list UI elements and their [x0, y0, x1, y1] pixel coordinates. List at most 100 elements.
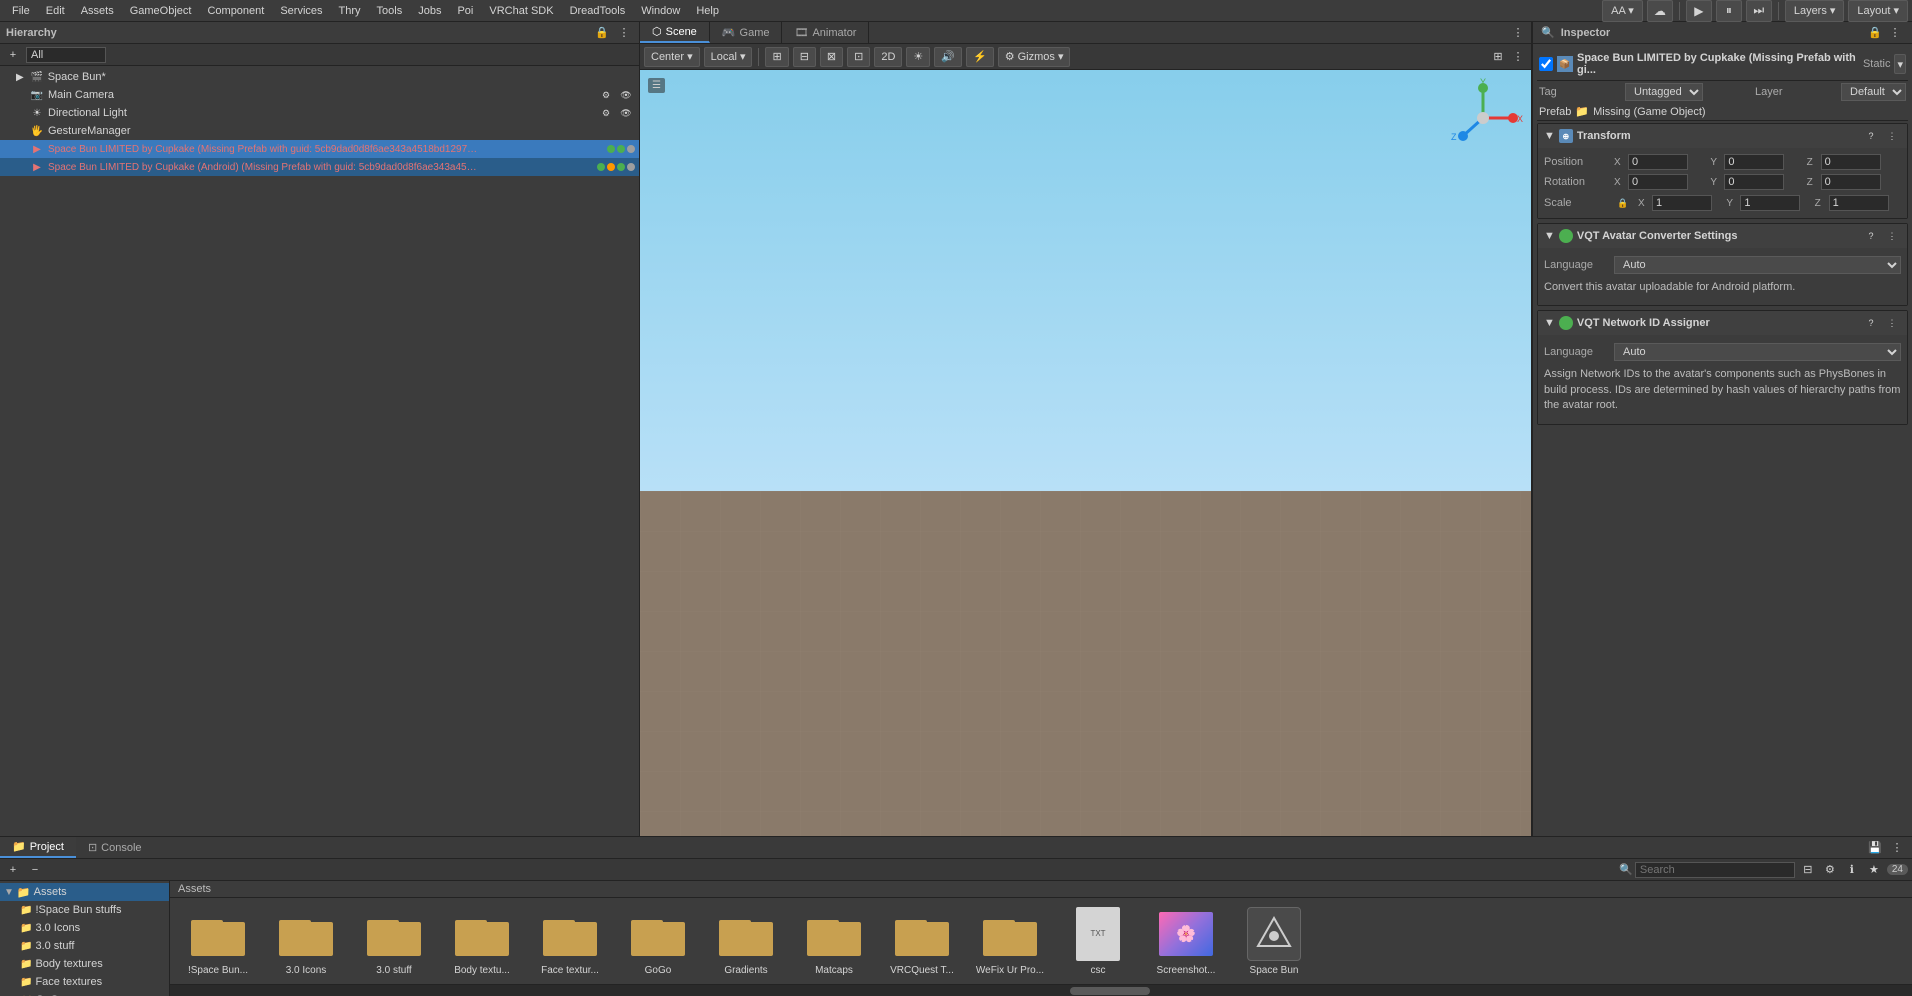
hierarchy-add-button[interactable]: + [4, 46, 22, 64]
asset-item-3icons[interactable]: 3.0 Icons [266, 903, 346, 980]
position-x-input[interactable] [1628, 154, 1688, 170]
project-info-icon[interactable]: ℹ [1843, 861, 1861, 879]
vqt-avatar-language-select[interactable]: Auto [1614, 256, 1901, 274]
asset-item-gradients[interactable]: Gradients [706, 903, 786, 980]
hierarchy-lock-icon[interactable]: 🔒 [593, 24, 611, 42]
scene-fx-button[interactable]: ⚡ [966, 47, 994, 67]
tag-select[interactable]: Untagged [1625, 83, 1703, 101]
asset-tree-item-3icons[interactable]: 📁 3.0 Icons [0, 919, 169, 937]
transform-info-icon[interactable]: ? [1862, 127, 1880, 145]
scale-z-input[interactable] [1829, 195, 1889, 211]
scene-viewport[interactable]: X Y Z ☰ [640, 70, 1531, 836]
position-z-input[interactable] [1821, 154, 1881, 170]
vqt-network-language-select[interactable]: Auto [1614, 343, 1901, 361]
asset-item-csc[interactable]: TXT csc [1058, 903, 1138, 980]
scene-grid-button[interactable]: ⊞ [765, 47, 788, 67]
project-star-icon[interactable]: ★ [1865, 861, 1883, 879]
scene-2d-button[interactable]: 2D [874, 47, 902, 67]
inspector-menu-icon[interactable]: ⋮ [1886, 24, 1904, 42]
menu-vrchat-sdk[interactable]: VRChat SDK [481, 3, 561, 19]
position-y-input[interactable] [1724, 154, 1784, 170]
transform-header[interactable]: ▼ ⊕ Transform ? ⋮ [1538, 124, 1907, 148]
scale-lock-icon[interactable]: 🔒 [1614, 194, 1632, 212]
scene-layers-button[interactable]: ⊠ [820, 47, 843, 67]
menu-assets[interactable]: Assets [73, 3, 122, 19]
tab-animator[interactable]: 🎞 Animator [782, 22, 869, 43]
menu-gameobject[interactable]: GameObject [122, 3, 200, 19]
camera-settings-icon[interactable]: ⚙ [597, 86, 615, 104]
menu-component[interactable]: Component [199, 3, 272, 19]
menu-dreadtools[interactable]: DreadTools [562, 3, 634, 19]
project-minus-button[interactable]: − [26, 861, 44, 879]
asset-item-screenshot[interactable]: 🌸 Screenshot... [1146, 903, 1226, 980]
camera-vis-icon[interactable]: 👁 [617, 86, 635, 104]
asset-item-body[interactable]: Body textu... [442, 903, 522, 980]
tab-scene[interactable]: ⬡ Scene [640, 22, 710, 43]
menu-edit[interactable]: Edit [38, 3, 73, 19]
rotation-x-input[interactable] [1628, 174, 1688, 190]
scene-local-button[interactable]: Local ▾ [704, 47, 753, 67]
menu-poi[interactable]: Poi [449, 3, 481, 19]
menu-window[interactable]: Window [633, 3, 688, 19]
scrollbar-thumb[interactable] [1070, 987, 1150, 995]
project-settings-icon[interactable]: ⚙ [1821, 861, 1839, 879]
asset-tree-item-body-tex[interactable]: 📁 Body textures [0, 955, 169, 973]
layout-button[interactable]: Layout ▾ [1848, 0, 1908, 22]
pause-button[interactable]: ⏸ [1716, 0, 1742, 22]
scene-center-button[interactable]: Center ▾ [644, 47, 700, 67]
scene-aspect-button[interactable]: ⊞ [1489, 48, 1507, 66]
asset-tree-item-assets[interactable]: ▼ 📁 Assets [0, 883, 169, 901]
scene-more-button[interactable]: ⋮ [1509, 48, 1527, 66]
asset-item-wefix[interactable]: WeFix Ur Pro... [970, 903, 1050, 980]
project-search-input[interactable] [1635, 862, 1795, 878]
hierarchy-item-scene[interactable]: ▶ 🎬 Space Bun* [0, 68, 639, 86]
static-dropdown-icon[interactable]: ▾ [1894, 54, 1906, 74]
project-add-button[interactable]: + [4, 861, 22, 879]
vqt-network-menu-icon[interactable]: ⋮ [1883, 314, 1901, 332]
vqt-network-header[interactable]: ▼ VQT Network ID Assigner ? ⋮ [1538, 311, 1907, 335]
hierarchy-item-camera[interactable]: 📷 Main Camera ⚙ 👁 [0, 86, 639, 104]
scale-y-input[interactable] [1740, 195, 1800, 211]
project-save-icon[interactable]: 💾 [1866, 839, 1884, 857]
account-button[interactable]: AA ▾ [1602, 0, 1643, 22]
hierarchy-search-input[interactable] [26, 47, 106, 63]
scene-gizmos-button[interactable]: ⚙ Gizmos ▾ [998, 47, 1071, 67]
scene-hamburger-icon[interactable]: ☰ [648, 78, 665, 93]
vqt-avatar-info-icon[interactable]: ? [1862, 227, 1880, 245]
play-button[interactable]: ▶ [1686, 0, 1712, 22]
scene-audio-button[interactable]: 🔊 [934, 47, 962, 67]
horizontal-scrollbar[interactable] [170, 984, 1912, 996]
project-menu-icon[interactable]: ⋮ [1888, 839, 1906, 857]
step-button[interactable]: ⏭ [1746, 0, 1772, 22]
hierarchy-item-light[interactable]: ☀ Directional Light ⚙ 👁 [0, 104, 639, 122]
rotation-z-input[interactable] [1821, 174, 1881, 190]
hierarchy-item-missing1[interactable]: ▶ Space Bun LIMITED by Cupkake (Missing … [0, 140, 639, 158]
asset-item-matcaps[interactable]: Matcaps [794, 903, 874, 980]
asset-item-gogo[interactable]: GoGo [618, 903, 698, 980]
menu-jobs[interactable]: Jobs [410, 3, 449, 19]
asset-item-3stuff[interactable]: 3.0 stuff [354, 903, 434, 980]
object-enabled-checkbox[interactable] [1539, 57, 1553, 71]
asset-item-face[interactable]: Face textur... [530, 903, 610, 980]
asset-tree-item-space-bun[interactable]: 📁 !Space Bun stuffs [0, 901, 169, 919]
vqt-network-info-icon[interactable]: ? [1862, 314, 1880, 332]
asset-item-space-bun[interactable]: !Space Bun... [178, 903, 258, 980]
light-vis-icon[interactable]: 👁 [617, 104, 635, 122]
vqt-avatar-header[interactable]: ▼ VQT Avatar Converter Settings ? ⋮ [1538, 224, 1907, 248]
hierarchy-menu-icon[interactable]: ⋮ [615, 24, 633, 42]
scene-render-button[interactable]: ⊟ [793, 47, 816, 67]
menu-tools[interactable]: Tools [369, 3, 411, 19]
menu-thry[interactable]: Thry [331, 3, 369, 19]
transform-menu-icon[interactable]: ⋮ [1883, 127, 1901, 145]
scene-light-button[interactable]: ☀ [906, 47, 930, 67]
scale-x-input[interactable] [1652, 195, 1712, 211]
tab-console[interactable]: ⊡ Console [76, 837, 154, 858]
rotation-y-input[interactable] [1724, 174, 1784, 190]
layers-button[interactable]: Layers ▾ [1785, 0, 1845, 22]
asset-tree-item-gogo[interactable]: 📁 GoGo [0, 991, 169, 996]
layer-select[interactable]: Default [1841, 83, 1906, 101]
project-filter-icon[interactable]: ⊟ [1799, 861, 1817, 879]
tab-game[interactable]: 🎮 Game [710, 22, 783, 43]
asset-item-vrcquest[interactable]: VRCQuest T... [882, 903, 962, 980]
light-settings-icon[interactable]: ⚙ [597, 104, 615, 122]
